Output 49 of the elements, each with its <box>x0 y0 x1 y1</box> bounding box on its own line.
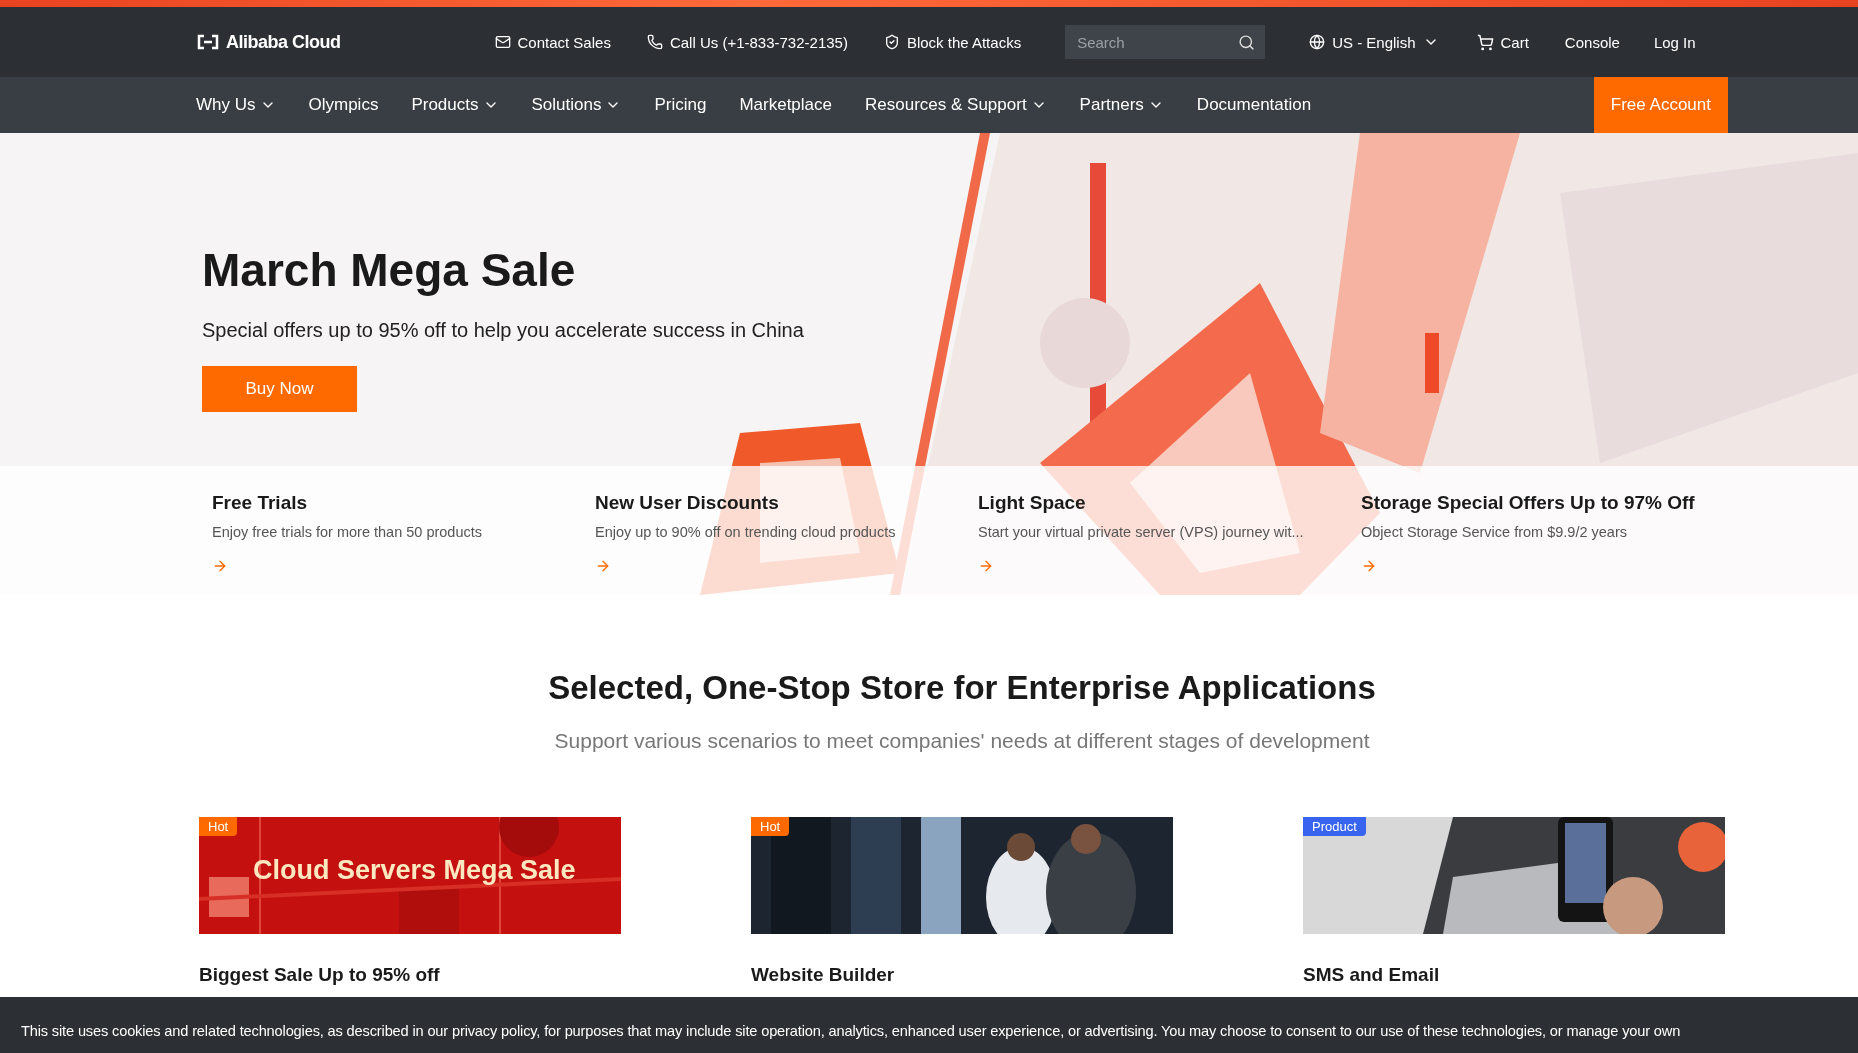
top-link[interactable]: Call Us (+1-833-732-2135) <box>669 33 848 51</box>
arrow-icon[interactable] <box>978 558 994 574</box>
top-link[interactable]: Contact Sales <box>517 33 611 51</box>
arrow-icon[interactable] <box>1361 558 1377 574</box>
language-selector[interactable]: US - English <box>1309 33 1439 51</box>
nav-item[interactable]: Why Us <box>196 95 276 115</box>
promo-title: Storage Special Offers Up to 97% Off <box>1361 492 1695 514</box>
logo[interactable]: Alibaba Cloud <box>196 31 341 53</box>
cart-link[interactable]: Cart <box>1476 33 1529 51</box>
section-title: Selected, One-Stop Store for Enterprise Applications <box>548 669 1376 707</box>
nav-item[interactable]: Olympics <box>308 95 379 115</box>
globe-icon <box>1309 34 1326 50</box>
nav-item[interactable]: Partners <box>1079 95 1164 115</box>
search-field[interactable]: Search <box>1065 25 1266 59</box>
cookie-text: This site uses cookies and related technologies, as described in our privacy policy, for purposes that may include site operation, analytics, enhanced user experience, or advertising. You may choose to consent to our use of these technologies, or manage your own <box>21 1023 1682 1039</box>
arrow-icon[interactable] <box>212 558 228 574</box>
search-input[interactable]: Search <box>1075 32 1226 52</box>
nav-item[interactable]: Products <box>411 95 499 115</box>
nav-item[interactable]: Resources & Support <box>865 95 1047 115</box>
phone-icon <box>646 34 663 50</box>
promo-text: Start your virtual private server (VPS) journey wit... <box>978 524 1304 540</box>
product-title[interactable]: SMS and Email <box>1303 964 1725 986</box>
section-subtitle: Support various scenarios to meet companies' needs at different stages of development <box>554 729 1370 753</box>
product-tag: Product <box>1303 817 1366 836</box>
promo-text: Enjoy free trials for more than 50 products <box>212 524 482 540</box>
console-link[interactable]: Console <box>1564 33 1620 51</box>
top-link[interactable]: Block the Attacks <box>906 33 1022 51</box>
shield-icon <box>883 34 900 50</box>
product-title[interactable]: Biggest Sale Up to 95% off <box>199 964 621 986</box>
product-tag: Hot <box>199 817 238 836</box>
hero-title: March Mega Sale <box>202 243 576 297</box>
mail-icon <box>494 34 511 50</box>
promo-title: Light Space <box>978 492 1086 514</box>
product-tag: Hot <box>751 817 790 836</box>
promo-text: Object Storage Service from $9.9/2 years <box>1361 524 1627 540</box>
nav-item[interactable]: Solutions <box>531 95 622 115</box>
nav-item[interactable]: Marketplace <box>739 95 832 115</box>
promo-text: Enjoy up to 90% off on trending cloud products <box>595 524 896 540</box>
nav-item[interactable]: Documentation <box>1196 95 1312 115</box>
search-icon[interactable] <box>1238 33 1256 51</box>
banner-text: Cloud Servers Mega Sale <box>253 855 576 886</box>
product-title[interactable]: Website Builder <box>751 964 1173 986</box>
promo-title: Free Trials <box>212 492 308 514</box>
hero-subtitle: Special offers up to 95% off to help you accelerate success in China <box>202 319 804 342</box>
promo-title: New User Discounts <box>595 492 779 514</box>
login-link[interactable]: Log In <box>1653 33 1696 51</box>
nav-item[interactable]: Pricing <box>654 95 707 115</box>
arrow-icon[interactable] <box>595 558 611 574</box>
cart-icon <box>1476 33 1494 51</box>
